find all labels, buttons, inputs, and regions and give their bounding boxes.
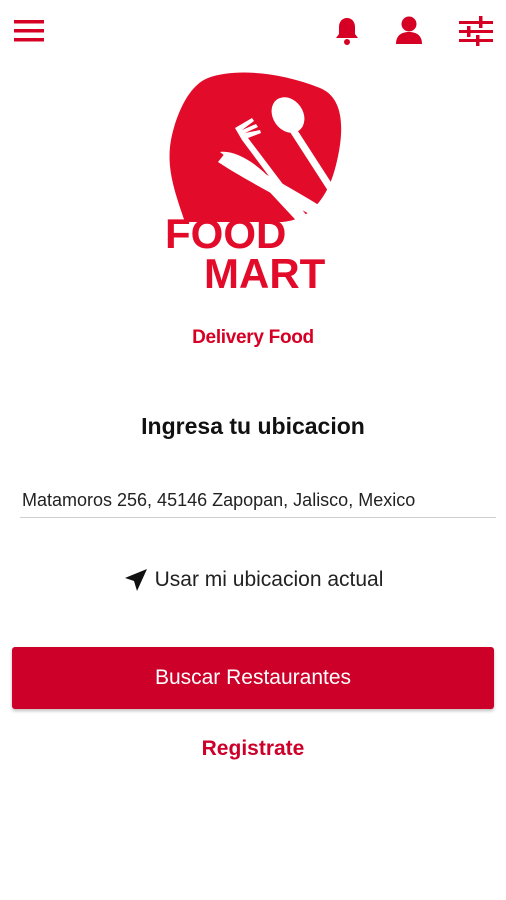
register-link[interactable]: Registrate [0,737,506,761]
use-current-location-label: Usar mi ubicacion actual [154,568,384,591]
user-icon [396,16,422,44]
food-mart-logo: FOOD OD MART [160,70,350,300]
filters-button[interactable] [456,13,496,49]
hamburger-menu-icon [14,20,44,42]
address-input[interactable] [20,484,496,518]
logo-graphic: FOOD OD MART [165,72,342,297]
location-screen: FOOD OD MART Delivery Food Ingresa tu ub… [0,0,506,900]
logo-word-mart: MART [204,250,326,297]
location-heading: Ingresa tu ubicacion [141,413,365,439]
use-current-location-button[interactable]: Usar mi ubicacion actual [0,567,506,593]
search-restaurants-button[interactable]: Buscar Restaurantes [12,647,494,709]
navigation-arrow-icon [124,569,147,591]
profile-button[interactable] [392,12,426,48]
sliders-icon [459,16,493,46]
menu-button[interactable] [10,14,48,48]
logo-tagline: Delivery Food [192,327,314,348]
notifications-button[interactable] [330,13,364,49]
bell-icon [336,18,358,45]
